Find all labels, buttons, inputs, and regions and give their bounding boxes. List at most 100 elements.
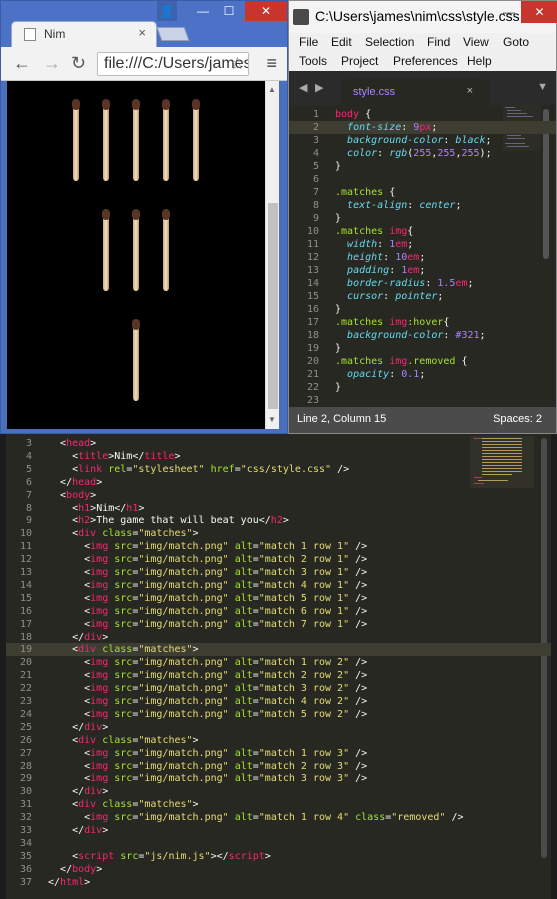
code-line[interactable]: 18 </div> <box>6 631 551 644</box>
code-line[interactable]: 36 </body> <box>6 863 551 876</box>
code-line[interactable]: 4 <title>Nim</title> <box>6 450 551 463</box>
code-line[interactable]: 9 <h2>The game that will beat you</h2> <box>6 514 551 527</box>
code-line[interactable]: 7 <body> <box>6 489 551 502</box>
menu-project[interactable]: Project <box>341 54 378 68</box>
code-line[interactable]: 23 <img src="img/match.png" alt="match 4… <box>6 695 551 708</box>
code-line[interactable]: 37 </html> <box>6 876 551 889</box>
browser-scrollbar[interactable]: ▲ ▼ <box>265 81 279 429</box>
match-stick[interactable] <box>192 99 200 181</box>
reload-icon[interactable]: ↻ <box>71 53 86 74</box>
code-line[interactable]: 13 padding: 1em; <box>289 264 556 277</box>
code-line[interactable]: 13 <img src="img/match.png" alt="match 3… <box>6 566 551 579</box>
code-line[interactable]: 31 <div class="matches"> <box>6 798 551 811</box>
minimize-button[interactable]: — <box>191 1 215 21</box>
code-line[interactable]: 35 <script src="js/nim.js"></script> <box>6 850 551 863</box>
editor-minimize-button[interactable]: — <box>503 5 515 19</box>
code-line[interactable]: 5 <link rel="stylesheet" href="css/style… <box>6 463 551 476</box>
menu-preferences[interactable]: Preferences <box>393 54 458 68</box>
code-line[interactable]: 14 <img src="img/match.png" alt="match 4… <box>6 579 551 592</box>
code-line[interactable]: 12 height: 10em; <box>289 251 556 264</box>
code-line[interactable]: 15 cursor: pointer; <box>289 290 556 303</box>
maximize-button[interactable]: ☐ <box>217 1 241 21</box>
forward-icon[interactable]: → <box>43 53 61 74</box>
menu-goto[interactable]: Goto <box>503 35 529 49</box>
code-line[interactable]: 8 <h1>Nim</h1> <box>6 502 551 515</box>
menu-tools[interactable]: Tools <box>299 54 327 68</box>
match-stick[interactable] <box>102 209 110 291</box>
code-line[interactable]: 11 width: 1em; <box>289 238 556 251</box>
code-line[interactable]: 30 </div> <box>6 785 551 798</box>
code-line[interactable]: 23 <box>289 394 556 407</box>
code-line[interactable]: 4 color: rgb(255,255,255); <box>289 147 556 160</box>
code-line[interactable]: 26 <div class="matches"> <box>6 734 551 747</box>
editor-close-button[interactable]: ✕ <box>521 1 557 23</box>
code-line[interactable]: 10 .matches img{ <box>289 225 556 238</box>
code-line[interactable]: 6 </head> <box>6 476 551 489</box>
code-line[interactable]: 16} <box>289 303 556 316</box>
code-line[interactable]: 14 border-radius: 1.5em; <box>289 277 556 290</box>
match-stick[interactable] <box>132 209 140 291</box>
match-stick[interactable] <box>162 209 170 291</box>
code-line[interactable]: 32 <img src="img/match.png" alt="match 1… <box>6 811 551 824</box>
file-tab-close-icon[interactable]: × <box>467 85 473 97</box>
menu-edit[interactable]: Edit <box>331 35 352 49</box>
code-line[interactable]: 20 <img src="img/match.png" alt="match 1… <box>6 656 551 669</box>
next-tab-icon[interactable]: ▶ <box>315 81 323 94</box>
code-line[interactable]: 17 .matches img:hover{ <box>289 316 556 329</box>
code-line[interactable]: 33 </div> <box>6 824 551 837</box>
code-line[interactable]: 22} <box>289 381 556 394</box>
code-line[interactable]: 21 <img src="img/match.png" alt="match 2… <box>6 669 551 682</box>
code-line[interactable]: 19 <div class="matches"> <box>6 643 551 657</box>
code-line[interactable]: 29 <img src="img/match.png" alt="match 3… <box>6 772 551 785</box>
code-line[interactable]: 3 <head> <box>6 437 551 450</box>
bookmark-star-icon[interactable]: ☆ <box>230 54 245 74</box>
menu-find[interactable]: Find <box>427 35 450 49</box>
code-line[interactable]: 5} <box>289 160 556 173</box>
code-line[interactable]: 24 <img src="img/match.png" alt="match 5… <box>6 708 551 721</box>
code-line[interactable]: 19} <box>289 342 556 355</box>
user-icon[interactable]: 👤 <box>157 1 177 21</box>
code-line[interactable]: 2 font-size: 9px; <box>289 121 556 134</box>
code-line[interactable]: 12 <img src="img/match.png" alt="match 2… <box>6 553 551 566</box>
code-line[interactable]: 22 <img src="img/match.png" alt="match 3… <box>6 682 551 695</box>
html-code-area[interactable]: 3 <head> 4 <title>Nim</title> 5 <link rel=… <box>6 434 551 899</box>
code-line[interactable]: 27 <img src="img/match.png" alt="match 1… <box>6 747 551 760</box>
close-button[interactable]: ✕ <box>245 1 287 21</box>
code-line[interactable]: 3 background-color: black; <box>289 134 556 147</box>
menu-help[interactable]: Help <box>467 54 492 68</box>
scroll-up-icon[interactable]: ▲ <box>268 85 276 94</box>
tab-dropdown-icon[interactable]: ▼ <box>537 81 548 93</box>
address-bar[interactable]: file:///C:/Users/james/nim/index.html ☆ <box>97 52 249 76</box>
back-icon[interactable]: ← <box>13 53 31 74</box>
menu-selection[interactable]: Selection <box>365 35 414 49</box>
code-line[interactable]: 20 .matches img.removed { <box>289 355 556 368</box>
css-code-area[interactable]: 1 body {2 font-size: 9px; 3 background-col… <box>289 105 556 407</box>
code-line[interactable]: 16 <img src="img/match.png" alt="match 6… <box>6 605 551 618</box>
browser-tab-nim[interactable]: Nim × <box>11 21 157 47</box>
code-line[interactable]: 9} <box>289 212 556 225</box>
code-line[interactable]: 11 <img src="img/match.png" alt="match 1… <box>6 540 551 553</box>
code-line[interactable]: 17 <img src="img/match.png" alt="match 7… <box>6 618 551 631</box>
tab-close-icon[interactable]: × <box>138 25 146 40</box>
code-line[interactable]: 10 <div class="matches"> <box>6 527 551 540</box>
code-line[interactable]: 15 <img src="img/match.png" alt="match 5… <box>6 592 551 605</box>
code-line[interactable]: 28 <img src="img/match.png" alt="match 2… <box>6 760 551 773</box>
scroll-thumb[interactable] <box>268 203 278 409</box>
code-line[interactable]: 8 text-align: center; <box>289 199 556 212</box>
menu-file[interactable]: File <box>299 35 318 49</box>
match-stick[interactable] <box>132 99 140 181</box>
menu-view[interactable]: View <box>463 35 489 49</box>
code-line[interactable]: 21 opacity: 0.1; <box>289 368 556 381</box>
match-stick[interactable] <box>72 99 80 181</box>
code-line[interactable]: 34 <box>6 837 551 850</box>
code-line[interactable]: 7 .matches { <box>289 186 556 199</box>
match-stick[interactable] <box>132 319 140 401</box>
match-stick[interactable] <box>102 99 110 181</box>
code-line[interactable]: 1 body { <box>289 108 556 121</box>
browser-menu-icon[interactable]: ≡ <box>266 53 277 74</box>
code-line[interactable]: 25 </div> <box>6 721 551 734</box>
tab-style-css[interactable]: style.css × <box>341 79 489 105</box>
prev-tab-icon[interactable]: ◀ <box>299 81 307 94</box>
scroll-down-icon[interactable]: ▼ <box>268 415 276 424</box>
match-stick[interactable] <box>162 99 170 181</box>
